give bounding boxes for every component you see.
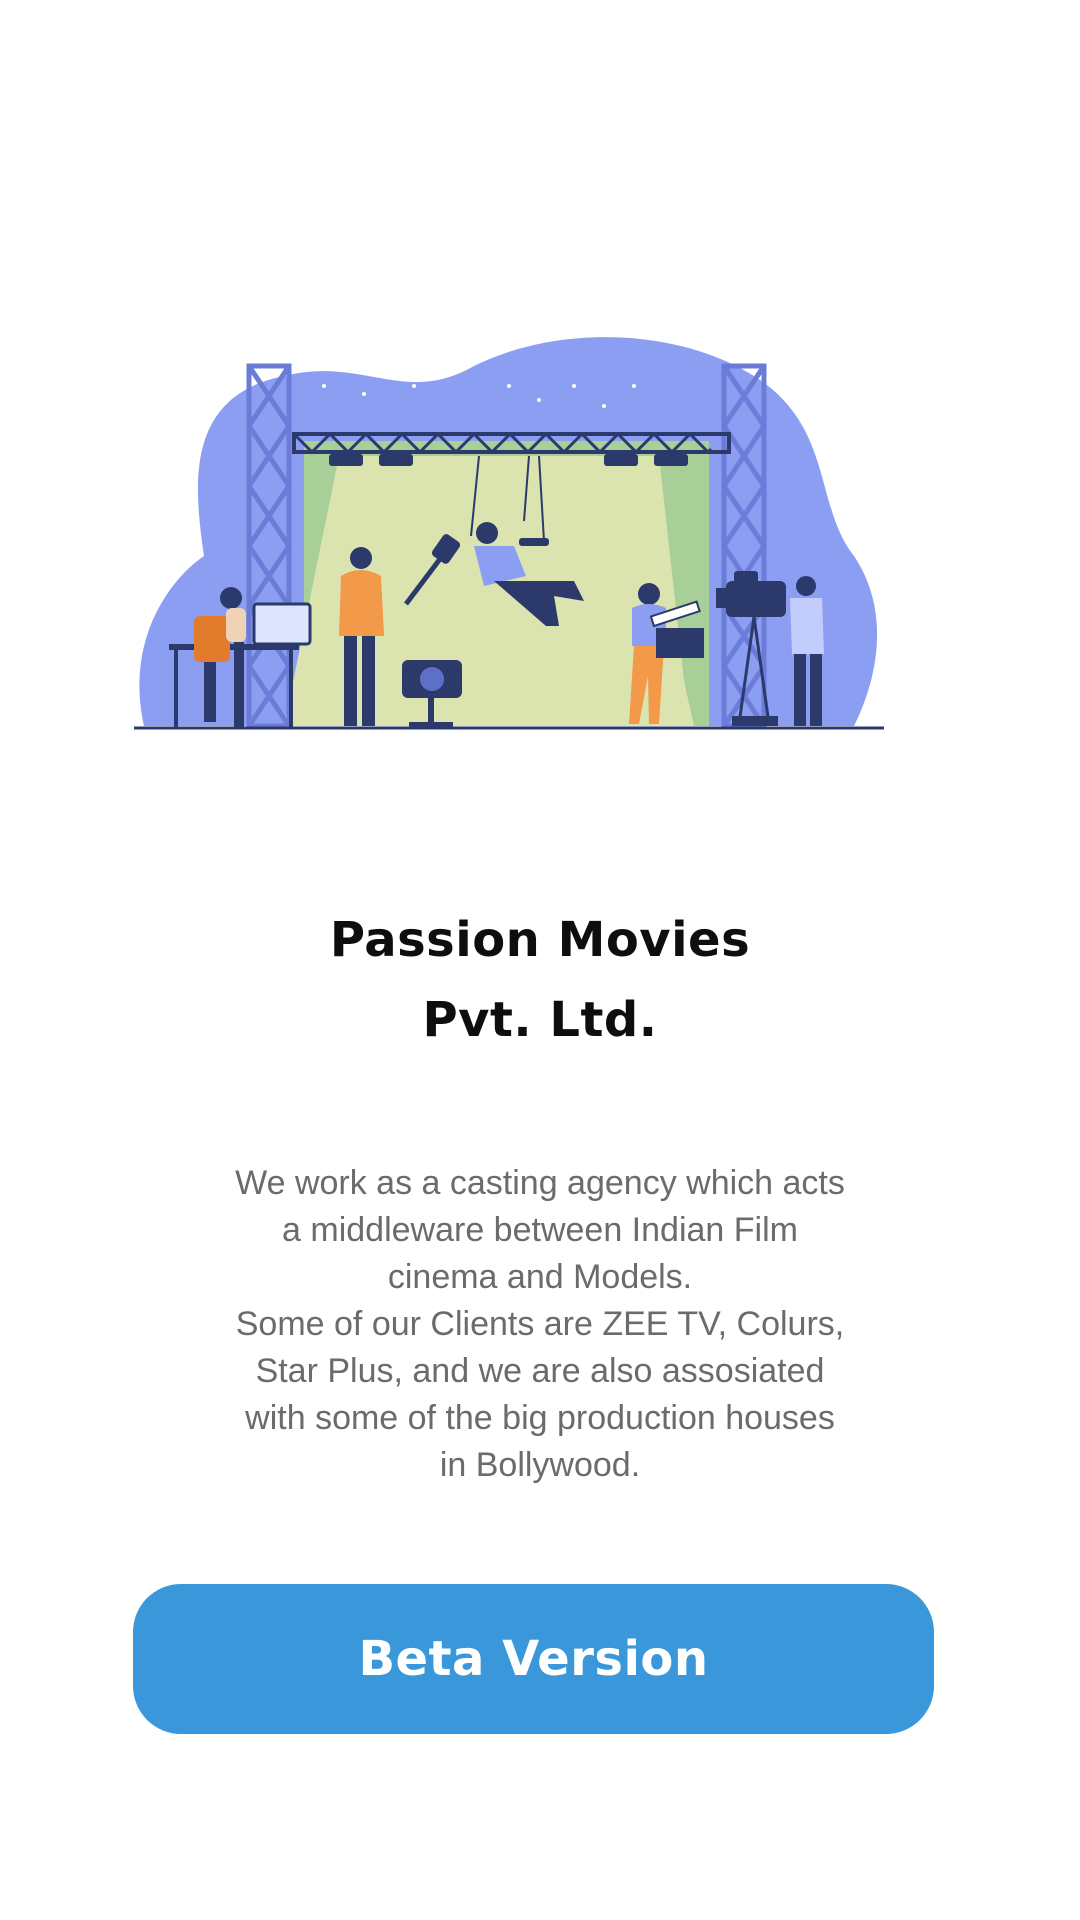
description-line: a middleware between Indian Film: [282, 1211, 798, 1249]
company-description: We work as a casting agency which acts a…: [150, 1160, 930, 1489]
description-line: with some of the big production houses: [245, 1399, 835, 1437]
company-title-line-1: Passion Movies: [329, 912, 751, 968]
description-line: We work as a casting agency which acts: [235, 1164, 845, 1202]
company-title-line-2: Pvt. Ltd.: [422, 992, 658, 1048]
beta-version-button[interactable]: Beta Version: [133, 1584, 934, 1734]
film-set-illustration: [134, 336, 884, 736]
description-line: Some of our Clients are ZEE TV, Colurs,: [235, 1305, 845, 1343]
description-line: in Bollywood.: [439, 1446, 641, 1484]
description-line: Star Plus, and we are also assosiated: [255, 1352, 825, 1390]
film-set-svg: [134, 337, 884, 730]
company-title: Passion Movies Pvt. Ltd.: [0, 900, 1080, 1060]
description-line: cinema and Models.: [387, 1258, 693, 1296]
